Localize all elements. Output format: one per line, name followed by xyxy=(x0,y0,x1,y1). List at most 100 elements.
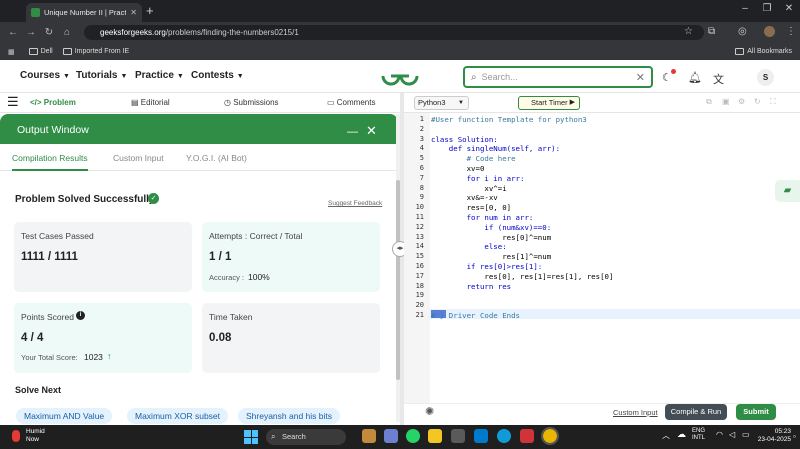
search-input[interactable]: Search... xyxy=(482,72,631,82)
minimize-output-icon[interactable]: — xyxy=(347,126,358,138)
edge-icon[interactable] xyxy=(497,429,511,443)
file-explorer-icon[interactable] xyxy=(428,429,442,443)
line-number: 4 xyxy=(419,144,424,153)
line-number: 11 xyxy=(415,213,424,221)
url-field[interactable]: geeksforgeeks.org/problems/finding-the-n… xyxy=(84,25,704,40)
home-icon[interactable]: ⌂ xyxy=(58,27,76,38)
custom-input-link[interactable]: Custom Input xyxy=(613,408,658,417)
tab-custom-input[interactable]: Custom Input xyxy=(113,153,164,163)
compile-run-button[interactable]: Compile & Run xyxy=(665,404,727,420)
code-line[interactable]: res[0]^=num xyxy=(431,233,551,242)
tab-problem[interactable]: </> Problem xyxy=(30,98,76,107)
input-language[interactable]: ENG INTL xyxy=(692,428,705,442)
menu-practice[interactable]: Practice ▼ xyxy=(135,70,184,81)
star-icon[interactable]: ☆ xyxy=(684,26,693,37)
translate-icon[interactable]: 文 xyxy=(713,71,724,87)
profile-avatar[interactable] xyxy=(764,26,775,37)
code-line[interactable]: # Code here xyxy=(431,154,516,163)
submit-button[interactable]: Submit xyxy=(736,404,776,420)
chat-icon[interactable]: ▰ xyxy=(775,180,800,202)
settings-icon[interactable]: ⚙ xyxy=(738,97,745,106)
search-box[interactable]: ⌕ Search... ✕ xyxy=(463,66,653,88)
store-icon[interactable] xyxy=(451,429,465,443)
code-line[interactable]: xv=0 xyxy=(431,164,485,173)
fullscreen-icon[interactable]: ⛶ xyxy=(770,97,776,107)
user-avatar[interactable]: S xyxy=(757,69,774,86)
code-line[interactable]: res[1]^=num xyxy=(431,252,551,261)
new-tab-icon[interactable]: + xyxy=(146,3,154,19)
hamburger-icon[interactable]: ☰ xyxy=(7,95,19,108)
language-select[interactable]: Python3 ▼ xyxy=(414,96,469,110)
bell-icon[interactable]: 🔔︎ xyxy=(688,71,702,84)
volume-icon[interactable]: ◁ xyxy=(729,430,735,439)
menu-tutorials[interactable]: Tutorials ▼ xyxy=(76,70,127,81)
taskbar-search[interactable]: ⌕ Search xyxy=(266,429,346,445)
tab-editorial[interactable]: ▤ Editorial xyxy=(131,98,170,107)
code-line[interactable]: def singleNum(self, arr): xyxy=(431,144,560,153)
code-line[interactable]: else: xyxy=(431,242,506,251)
cloud-icon[interactable]: ☁ xyxy=(677,429,686,440)
chrome-icon[interactable] xyxy=(541,427,559,445)
back-icon[interactable]: ← xyxy=(4,27,22,38)
office-icon[interactable] xyxy=(520,429,534,443)
solve-next-chip[interactable]: Maximum XOR subset xyxy=(127,408,229,424)
all-bookmarks[interactable]: All Bookmarks xyxy=(735,48,792,55)
menu-courses[interactable]: Courses ▼ xyxy=(20,70,70,81)
copy-icon[interactable]: ⧉ xyxy=(706,97,712,107)
tab-compilation-results[interactable]: Compilation Results xyxy=(12,153,88,171)
line-number: 9 xyxy=(419,193,424,202)
reset-icon[interactable]: ↻ xyxy=(754,97,761,106)
battery-icon[interactable]: ▭ xyxy=(742,430,750,439)
apps-icon[interactable]: ▦ xyxy=(8,48,15,56)
gfg-logo[interactable] xyxy=(380,64,420,88)
close-window-icon[interactable]: ✕ xyxy=(782,3,796,14)
extensions-icon[interactable]: ⧉ xyxy=(708,26,715,37)
code-line[interactable]: xv^=i xyxy=(431,184,506,193)
whatsapp-icon[interactable] xyxy=(406,429,420,443)
code-line[interactable]: if (num&xv)==0: xyxy=(431,223,551,232)
code-line[interactable]: if res[0]>res[1]: xyxy=(431,262,543,271)
weather-widget[interactable]: Humid Now xyxy=(26,428,45,444)
info-icon[interactable]: i xyxy=(76,311,85,320)
solve-next-chip[interactable]: Shreyansh and his bits xyxy=(238,408,340,424)
menu-contests[interactable]: Contests ▼ xyxy=(191,70,244,81)
dark-mode-icon[interactable]: ☾ xyxy=(662,71,672,84)
notifications-icon[interactable]: ▫ xyxy=(793,432,796,441)
code-line[interactable]: class Solution: xyxy=(431,135,498,144)
solve-next-chip[interactable]: Maximum AND Value xyxy=(16,408,113,424)
vscode-icon[interactable] xyxy=(474,429,488,443)
code-line[interactable]: # } Driver Code Ends xyxy=(431,311,520,320)
maximize-icon[interactable]: ❐ xyxy=(760,3,774,14)
code-line[interactable]: for num in arr: xyxy=(431,213,534,222)
widgets-app-icon[interactable] xyxy=(362,429,376,443)
browser-tab[interactable]: Unique Number II | Practice | G ✕ xyxy=(26,3,142,22)
close-output-icon[interactable]: ✕ xyxy=(366,123,377,139)
tab-yogi-bot[interactable]: Y.O.G.I. (AI Bot) xyxy=(186,153,247,163)
windows-start-icon[interactable] xyxy=(244,430,258,444)
lightbulb-icon[interactable]: ✺ xyxy=(425,405,434,418)
wifi-icon[interactable]: ◠ xyxy=(716,430,723,439)
clear-search-icon[interactable]: ✕ xyxy=(636,71,645,84)
chevron-up-icon[interactable]: ︿ xyxy=(662,430,670,441)
system-clock[interactable]: 05:23 23-04-2025 xyxy=(755,428,791,444)
tab-submissions[interactable]: ◷ Submissions xyxy=(224,98,279,107)
bookmark-dell[interactable]: Dell xyxy=(28,48,53,55)
tab-comments[interactable]: ▭ Comments xyxy=(327,98,375,107)
code-line[interactable]: res=[0, 0] xyxy=(431,203,512,212)
bookmark-imported[interactable]: Imported From IE xyxy=(62,48,129,55)
forward-icon[interactable]: → xyxy=(22,27,40,38)
minimize-icon[interactable]: – xyxy=(738,3,752,14)
code-line[interactable]: #User function Template for python3 xyxy=(431,115,587,124)
menu-icon[interactable]: ⋮ xyxy=(786,26,796,37)
task-view-icon[interactable] xyxy=(384,429,398,443)
incognito-icon[interactable]: ◎ xyxy=(738,26,747,37)
code-line[interactable]: for i in arr: xyxy=(431,174,525,183)
suggest-feedback-link[interactable]: Suggest Feedback xyxy=(328,200,382,207)
reload-icon[interactable]: ↻ xyxy=(40,27,58,38)
code-line[interactable]: xv&=-xv xyxy=(431,193,498,202)
close-tab-icon[interactable]: ✕ xyxy=(130,8,137,17)
code-line[interactable]: res[0], res[1]=res[1], res[0] xyxy=(431,272,613,281)
code-line[interactable]: return res xyxy=(431,282,512,291)
start-timer-button[interactable]: Start Timer ▶ xyxy=(518,96,580,110)
paste-icon[interactable]: ▣ xyxy=(722,97,730,106)
